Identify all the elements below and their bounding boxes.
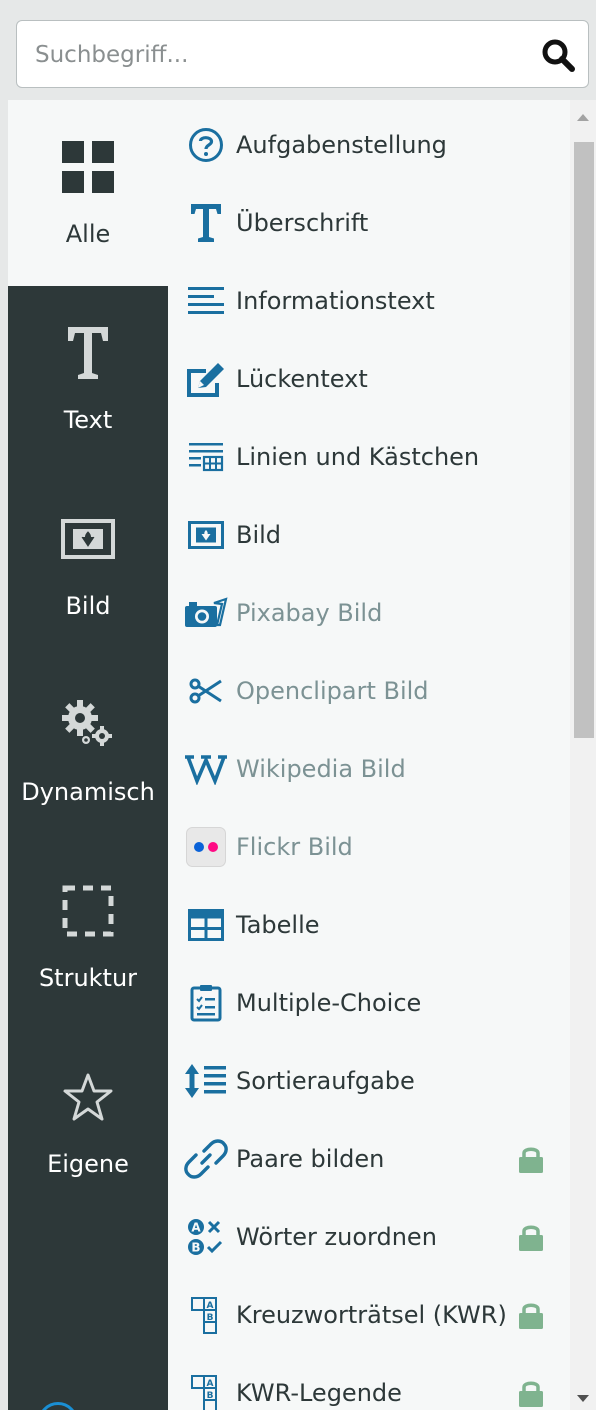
category-bild[interactable]: Bild	[8, 472, 168, 658]
list-item-label: Tabelle	[236, 911, 320, 939]
svg-text:B: B	[191, 1241, 200, 1255]
crossword-icon: A B	[191, 1375, 217, 1410]
search-bar	[8, 8, 596, 100]
svg-text:A: A	[207, 1301, 214, 1311]
lock-icon	[519, 1225, 543, 1251]
svg-text:A: A	[191, 1221, 201, 1235]
list-item-label: Flickr Bild	[236, 833, 353, 861]
lock-icon	[519, 1303, 543, 1329]
category-label: Struktur	[38, 964, 138, 992]
list-item-label: Multiple-Choice	[236, 989, 422, 1017]
category-label: Alle	[65, 220, 111, 248]
list-item-bild[interactable]: Bild	[168, 496, 570, 574]
help-circle-icon[interactable]	[38, 1402, 78, 1410]
scissors-icon	[189, 678, 222, 704]
list-item-woerter-zuordnen[interactable]: A B Wörter zuordnen	[168, 1198, 570, 1276]
category-label: Eigene	[47, 1150, 129, 1178]
image-icon	[188, 521, 224, 549]
svg-text:B: B	[207, 1391, 214, 1401]
list-item-pixabay-bild[interactable]: Pixabay Bild	[168, 574, 570, 652]
scrollbar-thumb[interactable]	[574, 142, 594, 738]
pencil-edit-icon	[187, 363, 224, 397]
category-alle[interactable]: Alle	[8, 100, 168, 286]
gears-icon	[62, 700, 112, 746]
list-item-sortieraufgabe[interactable]: Sortieraufgabe	[168, 1042, 570, 1120]
list-item-label: Linien und Kästchen	[236, 443, 480, 471]
ab-match-icon: A B	[188, 1219, 223, 1255]
scroll-up-arrow-icon[interactable]	[577, 114, 589, 121]
grid-icon	[62, 141, 114, 193]
scrollbar[interactable]	[570, 100, 596, 1410]
list-item-linien-und-kaestchen[interactable]: Linien und Kästchen	[168, 418, 570, 496]
lock-icon	[519, 1381, 543, 1407]
category-label: Text	[63, 406, 113, 434]
list-item-openclipart-bild[interactable]: Openclipart Bild	[168, 652, 570, 730]
wikipedia-w-icon	[185, 755, 227, 785]
link-icon	[184, 1139, 228, 1179]
list-item-kreuzwortraetsel[interactable]: A B Kreuzworträtsel (KWR)	[168, 1276, 570, 1354]
list-item-multiple-choice[interactable]: Multiple-Choice	[168, 964, 570, 1042]
list-item-paare-bilden[interactable]: Paare bilden	[168, 1120, 570, 1198]
camera-icon	[185, 597, 228, 627]
heading-t-icon	[191, 204, 221, 242]
list-item-label: KWR-Legende	[236, 1379, 402, 1407]
category-dynamisch[interactable]: Dynamisch	[8, 658, 168, 844]
svg-text:B: B	[207, 1313, 214, 1323]
list-item-informationstext[interactable]: Informationstext	[168, 262, 570, 340]
category-eigene[interactable]: Eigene	[8, 1030, 168, 1216]
list-item-tabelle[interactable]: Tabelle	[168, 886, 570, 964]
list-item-aufgabenstellung[interactable]: Aufgabenstellung	[168, 106, 570, 184]
list-item-lueckentext[interactable]: Lückentext	[168, 340, 570, 418]
star-icon	[63, 1073, 113, 1121]
list-item-label: Sortieraufgabe	[236, 1067, 415, 1095]
search-box	[16, 20, 589, 89]
category-label: Bild	[65, 592, 111, 620]
clipboard-checklist-icon	[190, 985, 222, 1022]
element-list: Aufgabenstellung Überschrift Information…	[168, 100, 570, 1410]
dashed-square-icon	[62, 885, 114, 937]
list-item-label: Bild	[236, 521, 282, 549]
svg-text:A: A	[207, 1379, 214, 1389]
image-icon	[61, 519, 115, 559]
search-icon	[542, 39, 575, 72]
list-item-label: Wikipedia Bild	[236, 755, 406, 783]
paragraph-lines-icon	[188, 287, 224, 314]
crossword-icon: A B	[191, 1297, 217, 1334]
list-item-label: Paare bilden	[236, 1145, 385, 1173]
list-item-ueberschrift[interactable]: Überschrift	[168, 184, 570, 262]
list-item-label: Informationstext	[236, 287, 435, 315]
list-item-label: Überschrift	[236, 209, 369, 237]
sort-arrows-icon	[185, 1064, 226, 1098]
question-circle-icon	[189, 128, 223, 162]
search-button[interactable]	[538, 35, 578, 75]
list-item-label: Lückentext	[236, 365, 368, 393]
list-item-label: Pixabay Bild	[236, 599, 383, 627]
search-input[interactable]	[33, 21, 517, 89]
list-item-label: Aufgabenstellung	[236, 131, 447, 159]
scroll-down-arrow-icon[interactable]	[577, 1395, 589, 1402]
category-struktur[interactable]: Struktur	[8, 844, 168, 1030]
list-item-kwr-legende[interactable]: A B KWR-Legende	[168, 1354, 570, 1410]
category-label: Dynamisch	[21, 778, 155, 806]
list-item-wikipedia-bild[interactable]: Wikipedia Bild	[168, 730, 570, 808]
flickr-icon	[186, 827, 226, 867]
element-picker-panel: Alle Text Bild	[8, 8, 596, 1410]
list-item-flickr-bild[interactable]: Flickr Bild	[168, 808, 570, 886]
table-icon	[188, 909, 224, 941]
list-item-label: Wörter zuordnen	[236, 1223, 437, 1251]
text-t-icon	[68, 327, 108, 379]
lines-boxes-icon	[189, 443, 224, 472]
list-item-label: Kreuzworträtsel (KWR)	[236, 1301, 507, 1329]
category-sidebar: Alle Text Bild Dynamisch Struktur Eigene	[8, 100, 168, 1410]
list-item-label: Openclipart Bild	[236, 677, 429, 705]
category-text[interactable]: Text	[8, 286, 168, 472]
lock-icon	[519, 1147, 543, 1173]
